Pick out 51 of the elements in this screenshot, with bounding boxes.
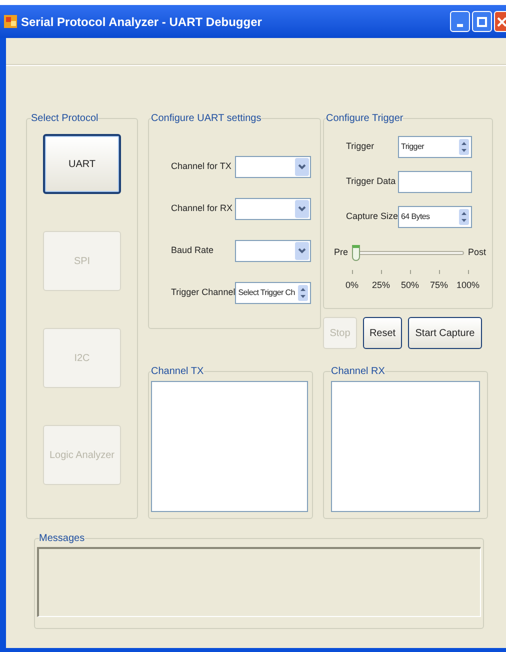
dropdown[interactable]	[235, 240, 312, 262]
spin-arrows-icon[interactable]	[459, 209, 470, 225]
group-title: Configure Trigger	[326, 112, 404, 126]
group-title: Channel RX	[331, 365, 385, 379]
tick-mark	[438, 270, 440, 274]
maximize-button[interactable]	[472, 11, 492, 32]
text-area[interactable]	[331, 381, 480, 512]
action-button[interactable]: Start Capture	[408, 317, 482, 349]
tick-label: 50%	[401, 279, 420, 292]
field-label: Channel for RX	[171, 202, 233, 216]
field-label: Baud Rate	[171, 244, 214, 258]
slider-label: Pre	[334, 246, 348, 260]
minimize-button[interactable]	[450, 11, 470, 32]
tick-label: 25%	[372, 279, 390, 292]
field-label: Capture Size	[346, 210, 398, 224]
close-icon	[497, 16, 506, 26]
tick-label: 0%	[346, 279, 359, 292]
tick-label: 75%	[430, 279, 448, 292]
group-title: Channel TX	[151, 365, 204, 379]
field-label: Trigger Channel	[171, 286, 236, 300]
text-area[interactable]	[151, 381, 308, 512]
group-title: Configure UART settings	[151, 112, 262, 126]
protocol-button[interactable]: UART	[43, 134, 121, 194]
maximize-icon	[477, 16, 487, 26]
field-label: Channel for TX	[171, 160, 232, 174]
window-title: Serial Protocol Analyzer - UART Debugger	[21, 14, 262, 30]
group-title: Select Protocol	[31, 112, 98, 126]
close-button[interactable]	[494, 11, 506, 32]
field-label: Trigger	[346, 140, 374, 154]
spin-box[interactable]: 64 Bytes	[398, 206, 472, 228]
slider[interactable]	[352, 244, 464, 262]
field-label: Trigger Data	[346, 175, 396, 188]
tick-mark	[380, 270, 382, 274]
spin-box[interactable]: Trigger	[398, 136, 472, 158]
app-icon	[4, 15, 17, 28]
spin-box-value: Trigger	[401, 141, 426, 153]
dropdown[interactable]	[235, 198, 312, 220]
group-title: Messages	[39, 532, 85, 546]
messages-box[interactable]	[37, 547, 481, 617]
input-field[interactable]	[398, 171, 472, 193]
spin-box-value: Select Trigger Ch	[238, 287, 296, 299]
slider-thumb[interactable]	[352, 245, 360, 261]
spin-arrows-icon[interactable]	[459, 139, 470, 155]
dropdown[interactable]	[235, 156, 312, 178]
action-button[interactable]: Reset	[363, 317, 402, 349]
tick-label: 100%	[456, 279, 480, 292]
slider-label: Post	[468, 246, 486, 260]
spin-box-value: 64 Bytes	[401, 211, 431, 223]
spin-box[interactable]: Select Trigger Ch	[235, 282, 312, 304]
minimize-icon	[457, 24, 463, 27]
spin-arrows-icon[interactable]	[298, 285, 308, 301]
